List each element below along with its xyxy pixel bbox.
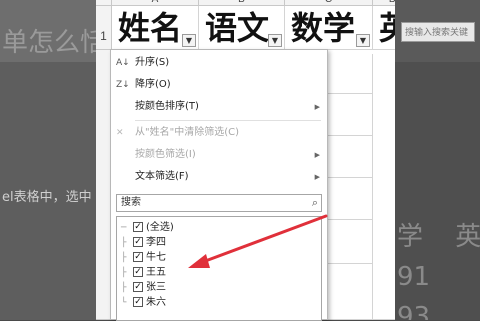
annotation-arrow-icon [188, 214, 328, 268]
annotation-arrow-shaft [198, 214, 328, 265]
annotation-arrow-head [188, 254, 210, 268]
